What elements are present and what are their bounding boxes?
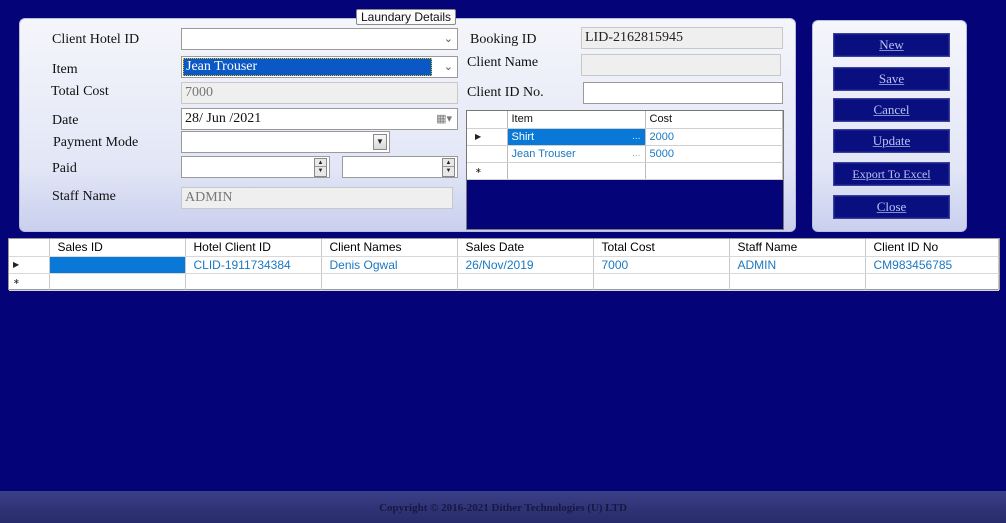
client-id-no-label: Client ID No. — [467, 85, 544, 100]
table-row[interactable]: ▶ CLID-1911734384 Denis Ogwal 26/Nov/201… — [9, 256, 999, 274]
client-id-no-cell[interactable]: CM983456785 — [865, 256, 999, 274]
row-pointer-icon[interactable]: ▶ — [9, 256, 50, 274]
total-cost-cell[interactable]: 7000 — [593, 256, 730, 274]
save-button[interactable]: Save — [833, 67, 950, 91]
booking-id-field: LID-2162815945 — [581, 27, 783, 49]
items-grid[interactable]: Item Cost ▶ Shirt... 2000 Jean Trouser..… — [466, 110, 784, 230]
item-select[interactable]: Jean Trouser ⌄ — [181, 56, 458, 78]
item-cell[interactable]: Jean Trouser... — [507, 145, 646, 163]
paid-amount-input[interactable]: ▲ ▼ — [181, 156, 330, 178]
hotel-client-id-cell[interactable]: CLID-1911734384 — [185, 256, 322, 274]
payment-mode-label: Payment Mode — [53, 135, 139, 150]
calendar-icon[interactable]: ▦▾ — [436, 109, 452, 129]
export-to-excel-button[interactable]: Export To Excel — [833, 162, 950, 186]
payment-mode-select[interactable]: ▼ — [181, 131, 390, 153]
column-header-client-id-no[interactable]: Client ID No — [865, 239, 999, 257]
close-button[interactable]: Close — [833, 195, 950, 219]
new-row-icon: ∗ — [9, 273, 50, 291]
chevron-down-icon: ⌄ — [443, 33, 453, 45]
group-title: Laundary Details — [356, 9, 457, 25]
column-header-cost[interactable]: Cost — [645, 111, 783, 129]
column-header-total-cost[interactable]: Total Cost — [593, 239, 730, 257]
staff-name-label: Staff Name — [52, 189, 116, 204]
update-button[interactable]: Update — [833, 129, 950, 153]
date-picker[interactable]: 28/ Jun /2021 ▦▾ — [181, 108, 458, 130]
copyright-footer: Copyright © 2016-2021 Dither Technologie… — [0, 491, 1006, 523]
item-cell[interactable]: Shirt... — [507, 128, 646, 146]
new-row[interactable]: ∗ — [467, 162, 783, 180]
chevron-down-icon: ⌄ — [443, 61, 453, 73]
new-row[interactable]: ∗ — [9, 273, 999, 291]
sales-date-cell[interactable]: 26/Nov/2019 — [457, 256, 594, 274]
sales-id-cell[interactable] — [49, 256, 186, 274]
client-names-cell[interactable]: Denis Ogwal — [321, 256, 458, 274]
table-row[interactable]: Jean Trouser... 5000 — [467, 145, 783, 163]
new-row-icon: ∗ — [467, 162, 508, 180]
total-cost-field: 7000 — [181, 82, 458, 104]
client-name-field — [581, 54, 781, 76]
row-pointer-icon[interactable]: ▶ — [467, 128, 508, 146]
cost-cell[interactable]: 2000 — [645, 128, 783, 146]
booking-id-label: Booking ID — [470, 32, 537, 47]
paid-second-input[interactable]: ▲ ▼ — [342, 156, 458, 178]
paid-label: Paid — [52, 161, 77, 176]
dropdown-arrow-icon[interactable]: ▼ — [373, 134, 387, 150]
table-row[interactable]: ▶ Shirt... 2000 — [467, 128, 783, 146]
staff-name-cell[interactable]: ADMIN — [729, 256, 866, 274]
spinner-icon[interactable]: ▲ ▼ — [314, 158, 327, 177]
column-header-sales-id[interactable]: Sales ID — [49, 239, 186, 257]
client-name-label: Client Name — [467, 55, 539, 70]
cost-cell[interactable]: 5000 — [645, 145, 783, 163]
item-label: Item — [52, 62, 78, 77]
client-id-no-input[interactable] — [583, 82, 783, 104]
column-header-sales-date[interactable]: Sales Date — [457, 239, 594, 257]
total-cost-label: Total Cost — [51, 84, 109, 99]
client-hotel-id-label: Client Hotel ID — [52, 32, 140, 47]
new-button[interactable]: New — [833, 33, 950, 57]
spinner-icon[interactable]: ▲ ▼ — [442, 158, 455, 177]
column-header-hotel-client-id[interactable]: Hotel Client ID — [185, 239, 322, 257]
column-header-client-names[interactable]: Client Names — [321, 239, 458, 257]
sales-grid[interactable]: Sales ID Hotel Client ID Client Names Sa… — [8, 238, 1000, 291]
client-hotel-id-select[interactable]: ⌄ — [181, 28, 458, 50]
cancel-button[interactable]: Cancel — [833, 98, 950, 122]
staff-name-field: ADMIN — [181, 187, 453, 209]
column-header-item[interactable]: Item — [507, 111, 646, 129]
date-label: Date — [52, 113, 79, 128]
column-header-staff-name[interactable]: Staff Name — [729, 239, 866, 257]
